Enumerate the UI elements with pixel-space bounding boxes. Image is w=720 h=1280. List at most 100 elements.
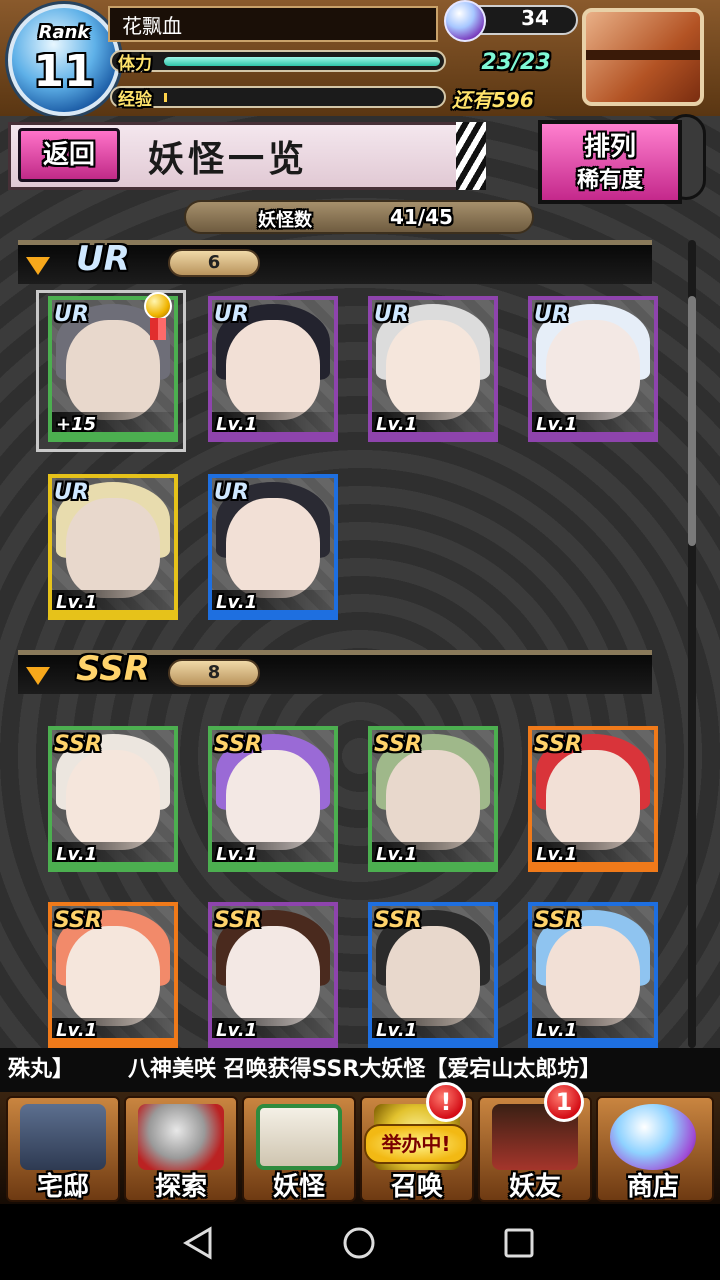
portrait-face [386,750,480,850]
collapse-arrow-icon [26,257,50,275]
rank-label: Rank [38,22,90,43]
stamina-bar [110,50,446,72]
exp-label: 经验 [118,90,152,110]
portrait-face [546,926,640,1026]
ticker-prev-text: 殊丸】 [8,1057,75,1082]
stamina-fill [164,57,440,66]
card-level-bar [212,610,334,616]
rarity-badge: SSR [214,908,262,933]
rarity-badge: SSR [54,908,102,933]
monster-card[interactable]: SSR Lv.1 [208,726,338,872]
monster-card[interactable]: SSR Lv.1 [48,726,178,872]
summon-event-tag: 举办中! [364,1124,468,1164]
exp-bar [110,86,446,108]
monster-card[interactable]: SSR Lv.1 [368,726,498,872]
stamina-value: 23/23 [481,50,551,75]
scrollbar-thumb[interactable] [688,296,696,546]
monster-card[interactable]: SSR Lv.1 [368,902,498,1048]
rarity-badge: SSR [54,732,102,757]
section-count: 6 [168,249,260,277]
scroll-icon [256,1104,342,1170]
monster-card[interactable]: SSR Lv.1 [528,726,658,872]
rank-value: 11 [33,46,95,97]
section-rarity: UR [76,239,130,279]
sort-title: 排列 [583,132,636,162]
system-nav-bar [0,1204,720,1280]
nav-explore[interactable]: 探索 [124,1096,238,1202]
portrait-face [226,320,320,420]
bottom-nav: 宅邸 探索 妖怪 召唤 妖友 商店 [0,1092,720,1204]
stamina-label: 体力 [118,54,152,74]
rank-badge[interactable]: Rank 11 [8,4,120,116]
square-recent-icon[interactable] [502,1226,536,1260]
gem-icon [444,0,486,42]
rarity-badge: SSR [374,732,422,757]
rarity-badge: SSR [374,908,422,933]
card-level-bar [212,1038,334,1044]
medal-icon [144,292,172,320]
monster-card[interactable]: UR Lv.1 [208,474,338,620]
sort-button[interactable]: 排列 稀有度 [538,120,682,204]
rarity-badge: SSR [534,732,582,757]
back-button[interactable]: 返回 [18,128,120,182]
friend-alert-badge: 1 [544,1082,584,1122]
portrait-face [226,926,320,1026]
nav-shop[interactable]: 商店 [596,1096,714,1202]
rarity-badge: SSR [214,732,262,757]
card-level-bar [532,432,654,438]
portrait-face [386,320,480,420]
summon-alert-badge: ! [426,1082,466,1122]
mansion-icon [20,1104,106,1170]
ticker-text: 八神美咲 召唤获得SSR大妖怪【爱宕山太郎坊】 [128,1057,602,1082]
monster-card[interactable]: UR Lv.1 [528,296,658,442]
circle-home-icon[interactable] [342,1226,376,1260]
treasure-chest-icon[interactable] [582,8,704,106]
page-title: 妖怪一览 [148,139,309,180]
monster-count-value: 41/45 [390,205,453,229]
monster-card[interactable]: UR Lv.1 [368,296,498,442]
nav-label: 探索 [154,1172,207,1202]
rarity-badge: UR [54,480,89,505]
card-level-bar [372,1038,494,1044]
rarity-badge: UR [534,302,569,327]
portrait-face [66,498,160,598]
player-name: 花飘血 [108,6,438,42]
card-level-bar [52,610,174,616]
card-level-bar [52,862,174,868]
nav-label: 商店 [626,1172,679,1202]
portrait-face [546,750,640,850]
nav-label: 召唤 [390,1172,443,1202]
section-header-ssr[interactable]: SSR 8 [18,649,652,694]
card-level-bar [372,862,494,868]
title-stripe [456,122,486,190]
card-level-bar [532,862,654,868]
magnifier-icon [138,1104,224,1170]
nav-label: 宅邸 [36,1172,89,1202]
gem-count: 34 [521,6,549,30]
monster-card[interactable]: SSR Lv.1 [48,902,178,1048]
card-level-bar [372,432,494,438]
section-count: 8 [168,659,260,687]
rarity-badge: SSR [534,908,582,933]
orb-icon [610,1104,696,1170]
card-level-bar [212,432,334,438]
monster-card[interactable]: UR Lv.1 [208,296,338,442]
section-header-ur[interactable]: UR 6 [18,239,652,284]
nav-label: 妖友 [508,1172,561,1202]
sort-value: 稀有度 [576,168,643,193]
exp-fill [164,93,167,102]
section-rarity: SSR [76,649,150,689]
portrait-face [226,750,320,850]
nav-monsters[interactable]: 妖怪 [242,1096,356,1202]
rarity-badge: UR [214,302,249,327]
exp-remaining-label: 还有596 [452,88,534,112]
portrait-face [546,320,640,420]
nav-home[interactable]: 宅邸 [6,1096,120,1202]
monster-card[interactable]: SSR Lv.1 [208,902,338,1048]
chest-band [586,50,700,60]
portrait-face [66,750,160,850]
monster-card[interactable]: SSR Lv.1 [528,902,658,1048]
monster-card[interactable]: UR Lv.1 [48,474,178,620]
triangle-back-icon[interactable] [182,1226,216,1260]
monster-count: 妖怪数 41/45 [184,200,534,234]
